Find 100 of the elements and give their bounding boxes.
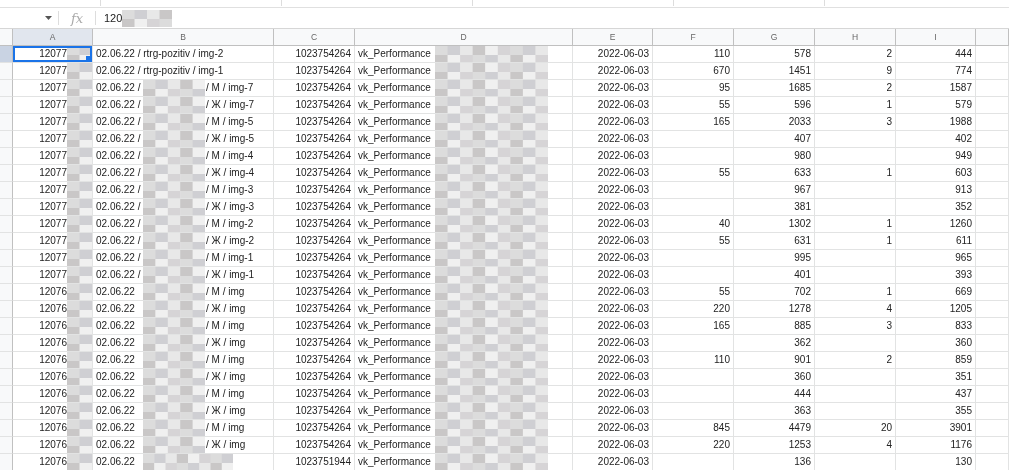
table-cell — [976, 352, 1009, 369]
table-cell: 1278 — [734, 301, 815, 318]
cell-text: 02.06.22 / — [96, 251, 142, 265]
table-cell: 360 — [734, 369, 815, 386]
row-header[interactable] — [0, 250, 13, 267]
cell-text: vk_Performance — [358, 98, 432, 112]
table-cell: 845 — [653, 420, 734, 437]
table-cell — [976, 420, 1009, 437]
table-cell: 2022-06-03 — [573, 301, 653, 318]
table-cell: 833 — [896, 318, 976, 335]
cell-text: / M / img-7 — [205, 81, 254, 95]
row-header[interactable] — [0, 182, 13, 199]
table-cell: 2022-06-03 — [573, 165, 653, 182]
table-cell: 2022-06-03 — [573, 267, 653, 284]
table-cell — [976, 403, 1009, 420]
table-cell: 2022-06-03 — [573, 216, 653, 233]
row-header[interactable] — [0, 165, 13, 182]
table-cell: 2022-06-03 — [573, 352, 653, 369]
table-cell: 1023754264 — [274, 301, 355, 318]
row-header[interactable] — [0, 46, 13, 63]
cell-text: 02.06.22 / — [96, 268, 142, 282]
row-header[interactable] — [0, 216, 13, 233]
row-header[interactable] — [0, 114, 13, 131]
column-header[interactable]: F — [653, 29, 734, 46]
cell-text: vk_Performance — [358, 387, 432, 401]
table-cell: 965 — [896, 250, 976, 267]
cell-text: 12076 — [39, 421, 67, 435]
row-header[interactable] — [0, 131, 13, 148]
cell-text: 12077 — [39, 98, 67, 112]
table-cell: 949 — [896, 148, 976, 165]
row-header[interactable] — [0, 199, 13, 216]
row-header[interactable] — [0, 148, 13, 165]
row-header[interactable] — [0, 352, 13, 369]
table-cell: 130 — [896, 454, 976, 470]
cell-text: 02.06.22 — [96, 302, 136, 316]
row-header[interactable] — [0, 454, 13, 470]
cell-text: vk_Performance — [358, 115, 432, 129]
table-cell: 1023754264 — [274, 80, 355, 97]
table-cell — [976, 46, 1009, 63]
column-header[interactable]: D — [355, 29, 573, 46]
row-header[interactable] — [0, 335, 13, 352]
column-header[interactable]: H — [815, 29, 896, 46]
row-header[interactable] — [0, 386, 13, 403]
row-header[interactable] — [0, 97, 13, 114]
column-header[interactable]: C — [274, 29, 355, 46]
cell-text: 02.06.22 — [96, 285, 136, 299]
table-cell — [976, 131, 1009, 148]
table-cell: 4479 — [734, 420, 815, 437]
table-cell — [976, 182, 1009, 199]
row-header[interactable] — [0, 284, 13, 301]
table-cell: 670 — [653, 63, 734, 80]
table-cell: 1023754264 — [274, 267, 355, 284]
table-cell — [976, 165, 1009, 182]
table-cell — [976, 148, 1009, 165]
table-cell — [976, 437, 1009, 454]
row-header[interactable] — [0, 301, 13, 318]
table-cell: 702 — [734, 284, 815, 301]
cell-text: 12077 — [39, 251, 67, 265]
cell-text: / Ж / img-7 — [205, 98, 255, 112]
table-cell — [976, 63, 1009, 80]
row-header[interactable] — [0, 369, 13, 386]
table-cell: 355 — [896, 403, 976, 420]
cell-text: 02.06.22 / — [96, 98, 142, 112]
column-header[interactable]: A — [13, 29, 93, 46]
column-header[interactable] — [976, 29, 1009, 46]
table-cell: 02.06.22 / rtrg-pozitiv / img-2 — [93, 46, 274, 63]
cell-text: 12076 — [39, 438, 67, 452]
table-cell: 55 — [653, 284, 734, 301]
cell-text: 12076 — [39, 353, 67, 367]
table-cell: 2022-06-03 — [573, 114, 653, 131]
table-cell: 1023754264 — [274, 131, 355, 148]
select-all-corner[interactable] — [0, 29, 13, 46]
cell-text: / Ж / img — [205, 370, 246, 384]
row-header[interactable] — [0, 437, 13, 454]
row-header[interactable] — [0, 420, 13, 437]
table-cell: 1260 — [896, 216, 976, 233]
column-header[interactable]: I — [896, 29, 976, 46]
column-header[interactable]: B — [93, 29, 274, 46]
cell-text: 12077 — [39, 149, 67, 163]
row-header[interactable] — [0, 80, 13, 97]
table-cell: 2 — [815, 80, 896, 97]
cell-text: 02.06.22 — [96, 455, 136, 469]
cell-text: 12077 — [39, 200, 67, 214]
cell-text: / M / img-2 — [205, 217, 254, 231]
cell-text: 12076 — [39, 285, 67, 299]
table-cell: 407 — [734, 131, 815, 148]
table-cell: 1023754264 — [274, 386, 355, 403]
table-cell: 360 — [896, 335, 976, 352]
table-cell: 9 — [815, 63, 896, 80]
row-header[interactable] — [0, 318, 13, 335]
table-cell: 2022-06-03 — [573, 318, 653, 335]
table-cell: 1451 — [734, 63, 815, 80]
cell-text: / Ж / img-3 — [205, 200, 255, 214]
row-header[interactable] — [0, 267, 13, 284]
column-header[interactable]: G — [734, 29, 815, 46]
column-header[interactable]: E — [573, 29, 653, 46]
row-header[interactable] — [0, 63, 13, 80]
row-header[interactable] — [0, 403, 13, 420]
table-cell: 578 — [734, 46, 815, 63]
row-header[interactable] — [0, 233, 13, 250]
